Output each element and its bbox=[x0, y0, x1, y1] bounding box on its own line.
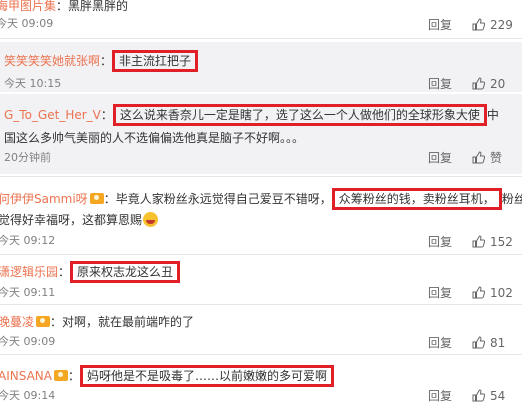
comment-time: 今天 09:14 bbox=[0, 389, 56, 402]
like-button[interactable]: 赞 bbox=[472, 150, 502, 166]
comment-item: 潇逻辑乐园： 原来权志龙这么丑 今天 09:11 回复 102 bbox=[0, 256, 522, 302]
reply-button[interactable]: 回复 bbox=[428, 285, 452, 301]
like-count: 20 bbox=[490, 77, 506, 91]
reply-button[interactable]: 回复 bbox=[428, 335, 452, 351]
divider bbox=[0, 254, 522, 255]
comment-username[interactable]: G_To_Get_Her_V bbox=[4, 108, 101, 122]
vip-badge-icon bbox=[36, 316, 51, 327]
comment-text: 黑胖黑胖的 bbox=[68, 0, 129, 13]
like-button[interactable]: 81 bbox=[472, 335, 505, 351]
thumbs-up-icon bbox=[472, 235, 485, 248]
highlighted-comment-text: 非主流扛把子 bbox=[112, 50, 199, 72]
comment-text: 毕竟人家粉丝永远觉得自己爱豆不错呀， bbox=[115, 192, 332, 206]
thumbs-up-icon bbox=[472, 286, 485, 299]
thumbs-up-icon bbox=[472, 18, 485, 31]
comment-time: 今天 09:09 bbox=[0, 335, 56, 348]
thumbs-up-icon bbox=[472, 77, 485, 90]
laugh-emoji-icon bbox=[143, 212, 159, 227]
comment-text-continued: 国这么多帅气美丽的人不选偏偏选他真是脑子不好啊。。。 bbox=[4, 131, 305, 145]
comment-username[interactable]: 海甲图片集 bbox=[0, 0, 56, 13]
comment-time: 今天 09:11 bbox=[0, 286, 56, 299]
comment-item: AINSANA：妈呀他是不是吸毒了……以前嫩嫩的多可爱啊 今天 09:14 回复… bbox=[0, 356, 522, 405]
highlighted-comment-text: 原来权志龙这么丑 bbox=[70, 261, 181, 283]
reply-button[interactable]: 回复 bbox=[428, 17, 452, 33]
divider bbox=[0, 176, 522, 177]
comment-item: 笑笑笑笑她就张啊： 非主流扛把子 今天 10:15 回复 20 bbox=[0, 42, 522, 92]
divider bbox=[0, 38, 522, 39]
like-button[interactable]: 152 bbox=[472, 234, 513, 250]
thumbs-up-icon bbox=[472, 389, 485, 402]
divider bbox=[0, 354, 522, 355]
comment-username[interactable]: 潇逻辑乐园 bbox=[0, 265, 58, 279]
highlighted-comment-text: 这么说来香奈儿一定是瞎了，选了这么一个人做他们的全球形象大使 bbox=[112, 104, 487, 126]
thumbs-up-icon bbox=[472, 336, 485, 349]
comment-text-continued: 觉得好幸福呀，这都算恩赐 bbox=[0, 213, 143, 227]
reply-button[interactable]: 回复 bbox=[428, 388, 452, 404]
divider bbox=[0, 304, 522, 305]
comment-time: 今天 09:12 bbox=[0, 234, 56, 247]
comment-username[interactable]: 何伊伊Sammi呀 bbox=[0, 192, 88, 206]
comment-item: 晚蔓凌 ：对啊，就在最前端咋的了 今天 09:09 回复 81 bbox=[0, 315, 506, 351]
comment-username[interactable]: 笑笑笑笑她就张啊 bbox=[4, 54, 100, 68]
like-button[interactable]: 102 bbox=[472, 285, 513, 301]
like-count: 54 bbox=[490, 389, 506, 403]
comment-item: 何伊伊Sammi呀 ：毕竟人家粉丝永远觉得自己爱豆不错呀， 众筹粉丝的钱，卖粉丝耳机… bbox=[0, 178, 522, 252]
reply-button[interactable]: 回复 bbox=[428, 234, 452, 250]
comment-item: G_To_Get_Her_V： 这么说来香奈儿一定是瞎了，选了这么一个人做他们的全… bbox=[0, 94, 522, 174]
comment-item: 海甲图片集：黑胖黑胖的 今天 09:09 回复 229 bbox=[0, 0, 522, 38]
reply-button[interactable]: 回复 bbox=[428, 76, 452, 92]
like-count: 102 bbox=[490, 286, 513, 300]
like-label: 赞 bbox=[490, 151, 503, 165]
vip-badge-icon bbox=[89, 193, 104, 204]
comment-time: 今天 09:09 bbox=[0, 17, 54, 30]
comment-username[interactable]: 晚蔓凌 bbox=[0, 315, 34, 329]
comment-username[interactable]: AINSANA bbox=[0, 369, 52, 383]
like-count: 229 bbox=[490, 18, 513, 32]
thumbs-up-icon bbox=[472, 151, 485, 164]
comment-time: 20分钟前 bbox=[4, 151, 51, 164]
comment-time: 今天 10:15 bbox=[4, 77, 62, 90]
highlighted-comment-text: 妈呀他是不是吸毒了……以前嫩嫩的多可爱啊 bbox=[79, 365, 334, 387]
like-button[interactable]: 54 bbox=[472, 388, 505, 404]
reply-button[interactable]: 回复 bbox=[428, 150, 452, 166]
like-button[interactable]: 20 bbox=[472, 76, 505, 92]
highlighted-comment-text: 众筹粉丝的钱，卖粉丝耳机， bbox=[331, 188, 502, 210]
comment-text: 对啊，就在最前端咋的了 bbox=[62, 315, 195, 329]
like-count: 152 bbox=[490, 235, 513, 249]
vip-badge-icon bbox=[53, 370, 68, 381]
like-count: 81 bbox=[490, 336, 506, 350]
like-button[interactable]: 229 bbox=[472, 17, 513, 33]
